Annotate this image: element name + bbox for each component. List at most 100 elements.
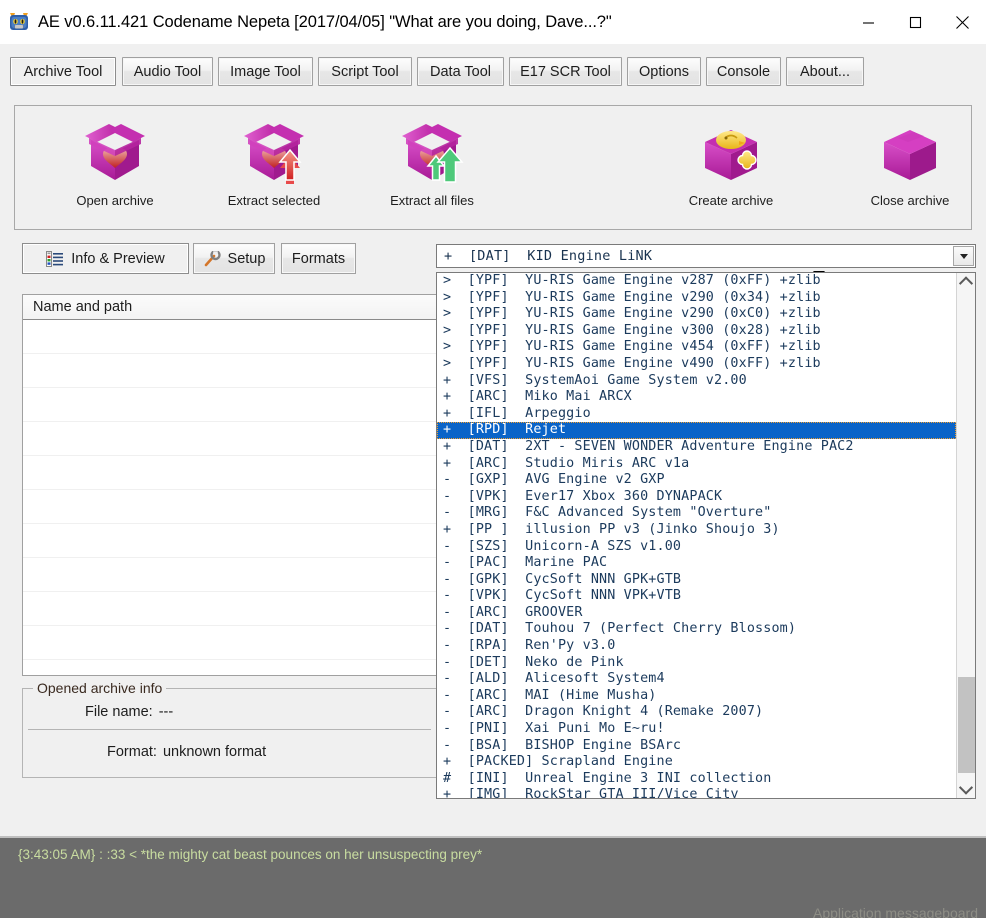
format-list-item[interactable]: - [GPK] CycSoft NNN GPK+GTB bbox=[437, 572, 956, 589]
format-list-scrollbar[interactable] bbox=[956, 273, 975, 798]
toolbar-button-label: Extract selected bbox=[227, 193, 321, 208]
list-item[interactable] bbox=[23, 320, 436, 354]
format-list-item[interactable]: + [VFS] SystemAoi Game System v2.00 bbox=[437, 373, 956, 390]
format-list-item[interactable]: - [VPK] CycSoft NNN VPK+VTB bbox=[437, 588, 956, 605]
format-list-item[interactable]: - [DET] Neko de Pink bbox=[437, 655, 956, 672]
format-value: unknown format bbox=[162, 744, 267, 760]
format-list-item[interactable]: # [INI] Unreal Engine 3 INI collection bbox=[437, 771, 956, 788]
format-list-item[interactable]: > [YPF] YU-RIS Game Engine v290 (0xC0) +… bbox=[437, 306, 956, 323]
scroll-down-button[interactable] bbox=[957, 780, 975, 798]
format-list-item[interactable]: > [YPF] YU-RIS Game Engine v287 (0xFF) +… bbox=[437, 273, 956, 290]
format-list-item[interactable]: - [ALD] Alicesoft System4 bbox=[437, 671, 956, 688]
format-list-item[interactable]: + [PP ] illusion PP v3 (Jinko Shoujo 3) bbox=[437, 522, 956, 539]
format-list-item[interactable]: - [ARC] Dragon Knight 4 (Remake 2007) bbox=[437, 704, 956, 721]
format-list-item[interactable]: - [PNI] Xai Puni Mo E~ru! bbox=[437, 721, 956, 738]
toolbar-button-label: Open archive bbox=[76, 193, 154, 208]
list-item[interactable] bbox=[23, 524, 436, 558]
format-list-item[interactable]: - [GXP] AVG Engine v2 GXP bbox=[437, 472, 956, 489]
format-list-item[interactable]: - [RPA] Ren'Py v3.0 bbox=[437, 638, 956, 655]
tab-data-tool[interactable]: Data Tool bbox=[417, 57, 504, 86]
cat-face-icon bbox=[8, 11, 30, 33]
left-tab-formats[interactable]: Formats bbox=[281, 243, 356, 274]
toolbar-button-label: Extract all files bbox=[390, 193, 474, 208]
left-tab-setup[interactable]: Setup bbox=[193, 243, 275, 274]
list-item[interactable] bbox=[23, 456, 436, 490]
tab-image-tool[interactable]: Image Tool bbox=[218, 57, 313, 86]
file-list-body[interactable] bbox=[23, 320, 436, 675]
format-list-item[interactable]: - [SZS] Unicorn-A SZS v1.00 bbox=[437, 539, 956, 556]
format-list-item[interactable]: > [YPF] YU-RIS Game Engine v454 (0xFF) +… bbox=[437, 339, 956, 356]
list-item[interactable] bbox=[23, 626, 436, 660]
format-list-item[interactable]: + [IMG] RockStar GTA III/Vice City bbox=[437, 787, 956, 798]
list-item[interactable] bbox=[23, 354, 436, 388]
format-list-item-selected[interactable]: + [RPD] Rejet bbox=[437, 422, 956, 439]
application-window: AE v0.6.11.421 Codename Nepeta [2017/04/… bbox=[0, 0, 986, 918]
toolbar-button-extract-selected[interactable]: Extract selected bbox=[214, 116, 334, 221]
format-list-rows[interactable]: > [YPF] YU-RIS Game Engine v287 (0xFF) +… bbox=[437, 273, 956, 798]
tab-audio-tool[interactable]: Audio Tool bbox=[122, 57, 213, 86]
format-list-item[interactable]: + [PACKED] Scrapland Engine bbox=[437, 754, 956, 771]
format-list-item[interactable]: > [YPF] YU-RIS Game Engine v490 (0xFF) +… bbox=[437, 356, 956, 373]
toolbar-panel: Open archive Extract selected Extract all … bbox=[14, 105, 972, 278]
window-controls bbox=[845, 0, 986, 44]
format-list-item[interactable]: - [BSA] BISHOP Engine BSArc bbox=[437, 738, 956, 755]
toolbar-button-close-archive[interactable]: Close archive bbox=[850, 116, 970, 221]
format-label: Format: bbox=[107, 744, 157, 760]
file-name-value: --- bbox=[158, 704, 174, 720]
wrench-icon bbox=[203, 250, 221, 267]
toolbar-button-extract-all-files[interactable]: Extract all files bbox=[372, 116, 492, 221]
file-name-label: File name: bbox=[85, 704, 153, 720]
format-list-item[interactable]: + [ARC] Studio Miris ARC v1a bbox=[437, 456, 956, 473]
toolbar-button-label: Close archive bbox=[870, 193, 950, 208]
minimize-button[interactable] bbox=[845, 0, 892, 44]
format-list-item[interactable]: + [ARC] Miko Mai ARCX bbox=[437, 389, 956, 406]
format-list[interactable]: > [YPF] YU-RIS Game Engine v287 (0xFF) +… bbox=[436, 272, 976, 799]
format-list-item[interactable]: - [ARC] MAI (Hime Musha) bbox=[437, 688, 956, 705]
format-combobox[interactable]: + [DAT] KID Engine LiNK bbox=[436, 244, 976, 268]
format-list-item[interactable]: > [YPF] YU-RIS Game Engine v300 (0x28) +… bbox=[437, 323, 956, 340]
toolbar-button-create-archive[interactable]: Create archive bbox=[671, 116, 791, 221]
format-list-item[interactable]: - [PAC] Marine PAC bbox=[437, 555, 956, 572]
tab-script-tool[interactable]: Script Tool bbox=[318, 57, 412, 86]
format-list-item[interactable]: - [VPK] Ever17 Xbox 360 DYNAPACK bbox=[437, 489, 956, 506]
file-name-row: File name: --- bbox=[23, 704, 436, 720]
left-tab-label: Formats bbox=[291, 250, 346, 267]
open-box-heart-icon bbox=[79, 116, 151, 188]
left-tab-label: Info & Preview bbox=[71, 250, 165, 267]
list-item[interactable] bbox=[23, 592, 436, 626]
title-bar: AE v0.6.11.421 Codename Nepeta [2017/04/… bbox=[0, 0, 986, 44]
message-board-watermark: Application messageboard bbox=[813, 905, 978, 918]
file-list[interactable]: Name and path bbox=[22, 294, 437, 676]
format-list-item[interactable]: + [DAT] 2XT - SEVEN WONDER Adventure Eng… bbox=[437, 439, 956, 456]
main-tab-bar: Archive Tool Audio Tool Image Tool Script T… bbox=[0, 44, 986, 94]
format-list-item[interactable]: - [MRG] F&C Advanced System "Overture" bbox=[437, 505, 956, 522]
close-button[interactable] bbox=[939, 0, 986, 44]
tab-e17-scr-tool[interactable]: E17 SCR Tool bbox=[509, 57, 622, 86]
tab-console[interactable]: Console bbox=[706, 57, 781, 86]
format-list-item[interactable]: + [IFL] Arpeggio bbox=[437, 406, 956, 423]
window-title: AE v0.6.11.421 Codename Nepeta [2017/04/… bbox=[38, 12, 612, 31]
message-board-line: {3:43:05 AM} : :33 < *the mighty cat bea… bbox=[18, 847, 483, 862]
list-item[interactable] bbox=[23, 388, 436, 422]
list-item[interactable] bbox=[23, 558, 436, 592]
maximize-button[interactable] bbox=[892, 0, 939, 44]
list-item[interactable] bbox=[23, 422, 436, 456]
file-list-column-header[interactable]: Name and path bbox=[23, 295, 436, 320]
tab-archive-tool[interactable]: Archive Tool bbox=[10, 57, 116, 86]
box-heart-green-arrows-icon bbox=[396, 116, 468, 188]
format-combobox-value: + [DAT] KID Engine LiNK bbox=[444, 248, 653, 264]
scrollbar-thumb[interactable] bbox=[958, 677, 975, 773]
format-row: Format: unknown format bbox=[23, 744, 436, 760]
left-tab-info-preview[interactable]: Info & Preview bbox=[22, 243, 189, 274]
scroll-up-button[interactable] bbox=[957, 273, 975, 291]
tab-about[interactable]: About... bbox=[786, 57, 864, 86]
format-list-item[interactable]: > [YPF] YU-RIS Game Engine v290 (0x34) +… bbox=[437, 290, 956, 307]
list-item[interactable] bbox=[23, 490, 436, 524]
toolbar-button-open-archive[interactable]: Open archive bbox=[55, 116, 175, 221]
format-list-item[interactable]: - [ARC] GROOVER bbox=[437, 605, 956, 622]
chevron-down-icon[interactable] bbox=[953, 246, 974, 266]
group-legend: Opened archive info bbox=[33, 680, 167, 696]
format-list-item[interactable]: - [DAT] Touhou 7 (Perfect Cherry Blossom… bbox=[437, 621, 956, 638]
box-chick-star-icon bbox=[695, 116, 767, 188]
tab-options[interactable]: Options bbox=[627, 57, 701, 86]
